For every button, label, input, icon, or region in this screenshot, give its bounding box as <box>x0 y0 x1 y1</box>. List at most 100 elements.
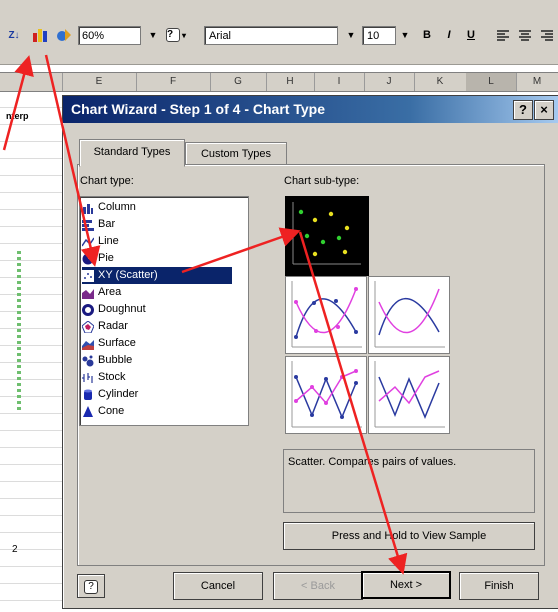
column-header-m[interactable]: M <box>516 73 558 91</box>
back-button[interactable]: < Back <box>273 572 363 600</box>
list-item-label: Cone <box>98 405 125 417</box>
chart-wizard-button[interactable] <box>30 25 52 45</box>
pie-chart-icon <box>82 253 94 264</box>
underline-label: U <box>467 29 475 41</box>
list-item-cylinder[interactable]: Cylinder <box>82 386 232 403</box>
help-title-button[interactable]: ? <box>513 100 533 120</box>
list-item-label: Bar <box>98 218 116 230</box>
straight-lines-thumbnail <box>374 361 445 428</box>
column-header-j[interactable]: J <box>364 73 415 91</box>
column-header-f[interactable]: F <box>136 73 211 91</box>
tab-custom-types[interactable]: Custom Types <box>185 142 287 165</box>
align-left-button[interactable] <box>494 25 512 45</box>
align-left-icon <box>497 30 509 41</box>
italic-button[interactable]: I <box>440 25 458 45</box>
list-item-stock[interactable]: Stock <box>82 369 232 386</box>
cylinder-chart-icon <box>84 389 92 400</box>
smoothed-lines-markers-thumbnail <box>291 281 362 348</box>
list-scrollbar[interactable]: ▲ ▼ <box>248 198 249 424</box>
italic-label: I <box>447 29 451 41</box>
align-center-button[interactable] <box>516 25 534 45</box>
list-item-label: Radar <box>98 320 128 332</box>
zoom-value: 60% <box>82 29 105 42</box>
cell-text-fragment: nterp <box>6 111 29 121</box>
surface-chart-icon <box>82 339 94 350</box>
bold-label: B <box>423 29 431 41</box>
list-item-label: Doughnut <box>98 303 146 315</box>
list-item-line[interactable]: Line <box>82 233 232 250</box>
column-header-blank <box>0 73 63 91</box>
font-name-dropdown-arrow[interactable]: ▼ <box>346 26 356 43</box>
bubble-chart-icon <box>82 355 94 366</box>
chart-type-label: Chart type: <box>80 175 134 187</box>
column-header-l[interactable]: L <box>466 73 517 91</box>
list-item-cone[interactable]: Cone <box>82 403 232 420</box>
list-item-area[interactable]: Area <box>82 284 232 301</box>
zoom-dropdown[interactable]: 60% <box>78 26 141 45</box>
scroll-thumb[interactable] <box>248 216 249 388</box>
subtype-scatter-markers[interactable] <box>285 196 369 276</box>
font-name-dropdown[interactable]: Arial <box>204 26 338 45</box>
list-item-bubble[interactable]: Bubble <box>82 352 232 369</box>
description-text: Scatter. Compares pairs of values. <box>288 456 457 468</box>
list-item-column[interactable]: Column <box>82 199 232 216</box>
column-header-e[interactable]: E <box>62 73 137 91</box>
chart-subtype-label: Chart sub-type: <box>284 175 360 187</box>
subtype-smoothed-lines[interactable] <box>368 276 450 354</box>
view-sample-button[interactable]: Press and Hold to View Sample <box>283 522 535 550</box>
finish-button[interactable]: Finish <box>459 572 539 600</box>
tab-standard-types[interactable]: Standard Types <box>79 139 185 167</box>
align-right-icon <box>541 30 553 41</box>
office-assistant-button[interactable]: ? <box>77 574 105 598</box>
help-button[interactable]: ? ▾ <box>162 25 190 45</box>
cone-chart-icon <box>83 405 93 417</box>
list-item-doughnut[interactable]: Doughnut <box>82 301 232 318</box>
scatter-chart-icon <box>82 269 94 282</box>
chart-wizard-dialog: Chart Wizard - Step 1 of 4 - Chart Type … <box>62 95 558 609</box>
scroll-up-icon[interactable]: ▲ <box>248 198 249 216</box>
subtype-straight-lines-markers[interactable] <box>285 356 367 434</box>
stock-chart-icon <box>82 372 93 383</box>
line-chart-icon <box>82 237 94 246</box>
list-item-xy-scatter[interactable]: XY (Scatter) <box>82 267 232 284</box>
column-header-bar: E F G H I J K L M <box>0 72 558 92</box>
help-icon: ? <box>84 580 98 594</box>
drawing-icon <box>57 29 71 41</box>
doughnut-chart-icon <box>82 303 94 316</box>
next-button[interactable]: Next > <box>361 571 451 599</box>
list-item-label: Column <box>98 201 136 213</box>
list-item-radar[interactable]: Radar <box>82 318 232 335</box>
column-header-h[interactable]: H <box>266 73 315 91</box>
list-item-label: Cylinder <box>98 388 139 400</box>
close-button[interactable]: × <box>534 100 554 120</box>
list-item-label: XY (Scatter) <box>98 269 158 281</box>
scroll-down-icon[interactable]: ▼ <box>248 406 249 424</box>
list-item-surface[interactable]: Surface <box>82 335 232 352</box>
align-right-button[interactable] <box>538 25 556 45</box>
bar-chart-icon <box>82 219 94 231</box>
zoom-dropdown-arrow[interactable]: ▼ <box>148 26 158 43</box>
list-item-label: Stock <box>98 371 126 383</box>
list-item-pie[interactable]: Pie <box>82 250 232 267</box>
font-name-value: Arial <box>209 29 232 42</box>
underline-button[interactable]: U <box>462 25 480 45</box>
column-header-k[interactable]: K <box>414 73 467 91</box>
description-box: Scatter. Compares pairs of values. <box>283 449 535 513</box>
row-number: 2 <box>12 544 18 555</box>
subtype-smoothed-lines-markers[interactable] <box>285 276 367 354</box>
cancel-button[interactable]: Cancel <box>173 572 263 600</box>
font-size-dropdown-arrow[interactable]: ▼ <box>400 26 410 43</box>
chart-type-list[interactable]: Column Bar Line Pie XY (Scatter) Area Do… <box>79 196 249 426</box>
bold-button[interactable]: B <box>418 25 436 45</box>
font-size-dropdown[interactable]: 10 <box>362 26 396 45</box>
list-item-bar[interactable]: Bar <box>82 216 232 233</box>
column-chart-icon <box>83 203 93 214</box>
subtype-straight-lines[interactable] <box>368 356 450 434</box>
column-header-g[interactable]: G <box>210 73 267 91</box>
dialog-title: Chart Wizard - Step 1 of 4 - Chart Type <box>71 101 325 117</box>
sort-descending-button[interactable]: Z↓ <box>4 25 24 45</box>
radar-chart-icon <box>82 320 94 333</box>
column-header-i[interactable]: I <box>314 73 365 91</box>
formatting-toolbar: Z↓ 60% ▼ ? ▾ Arial ▼ 10 ▼ B I U <box>0 0 558 65</box>
drawing-button[interactable] <box>54 25 74 45</box>
